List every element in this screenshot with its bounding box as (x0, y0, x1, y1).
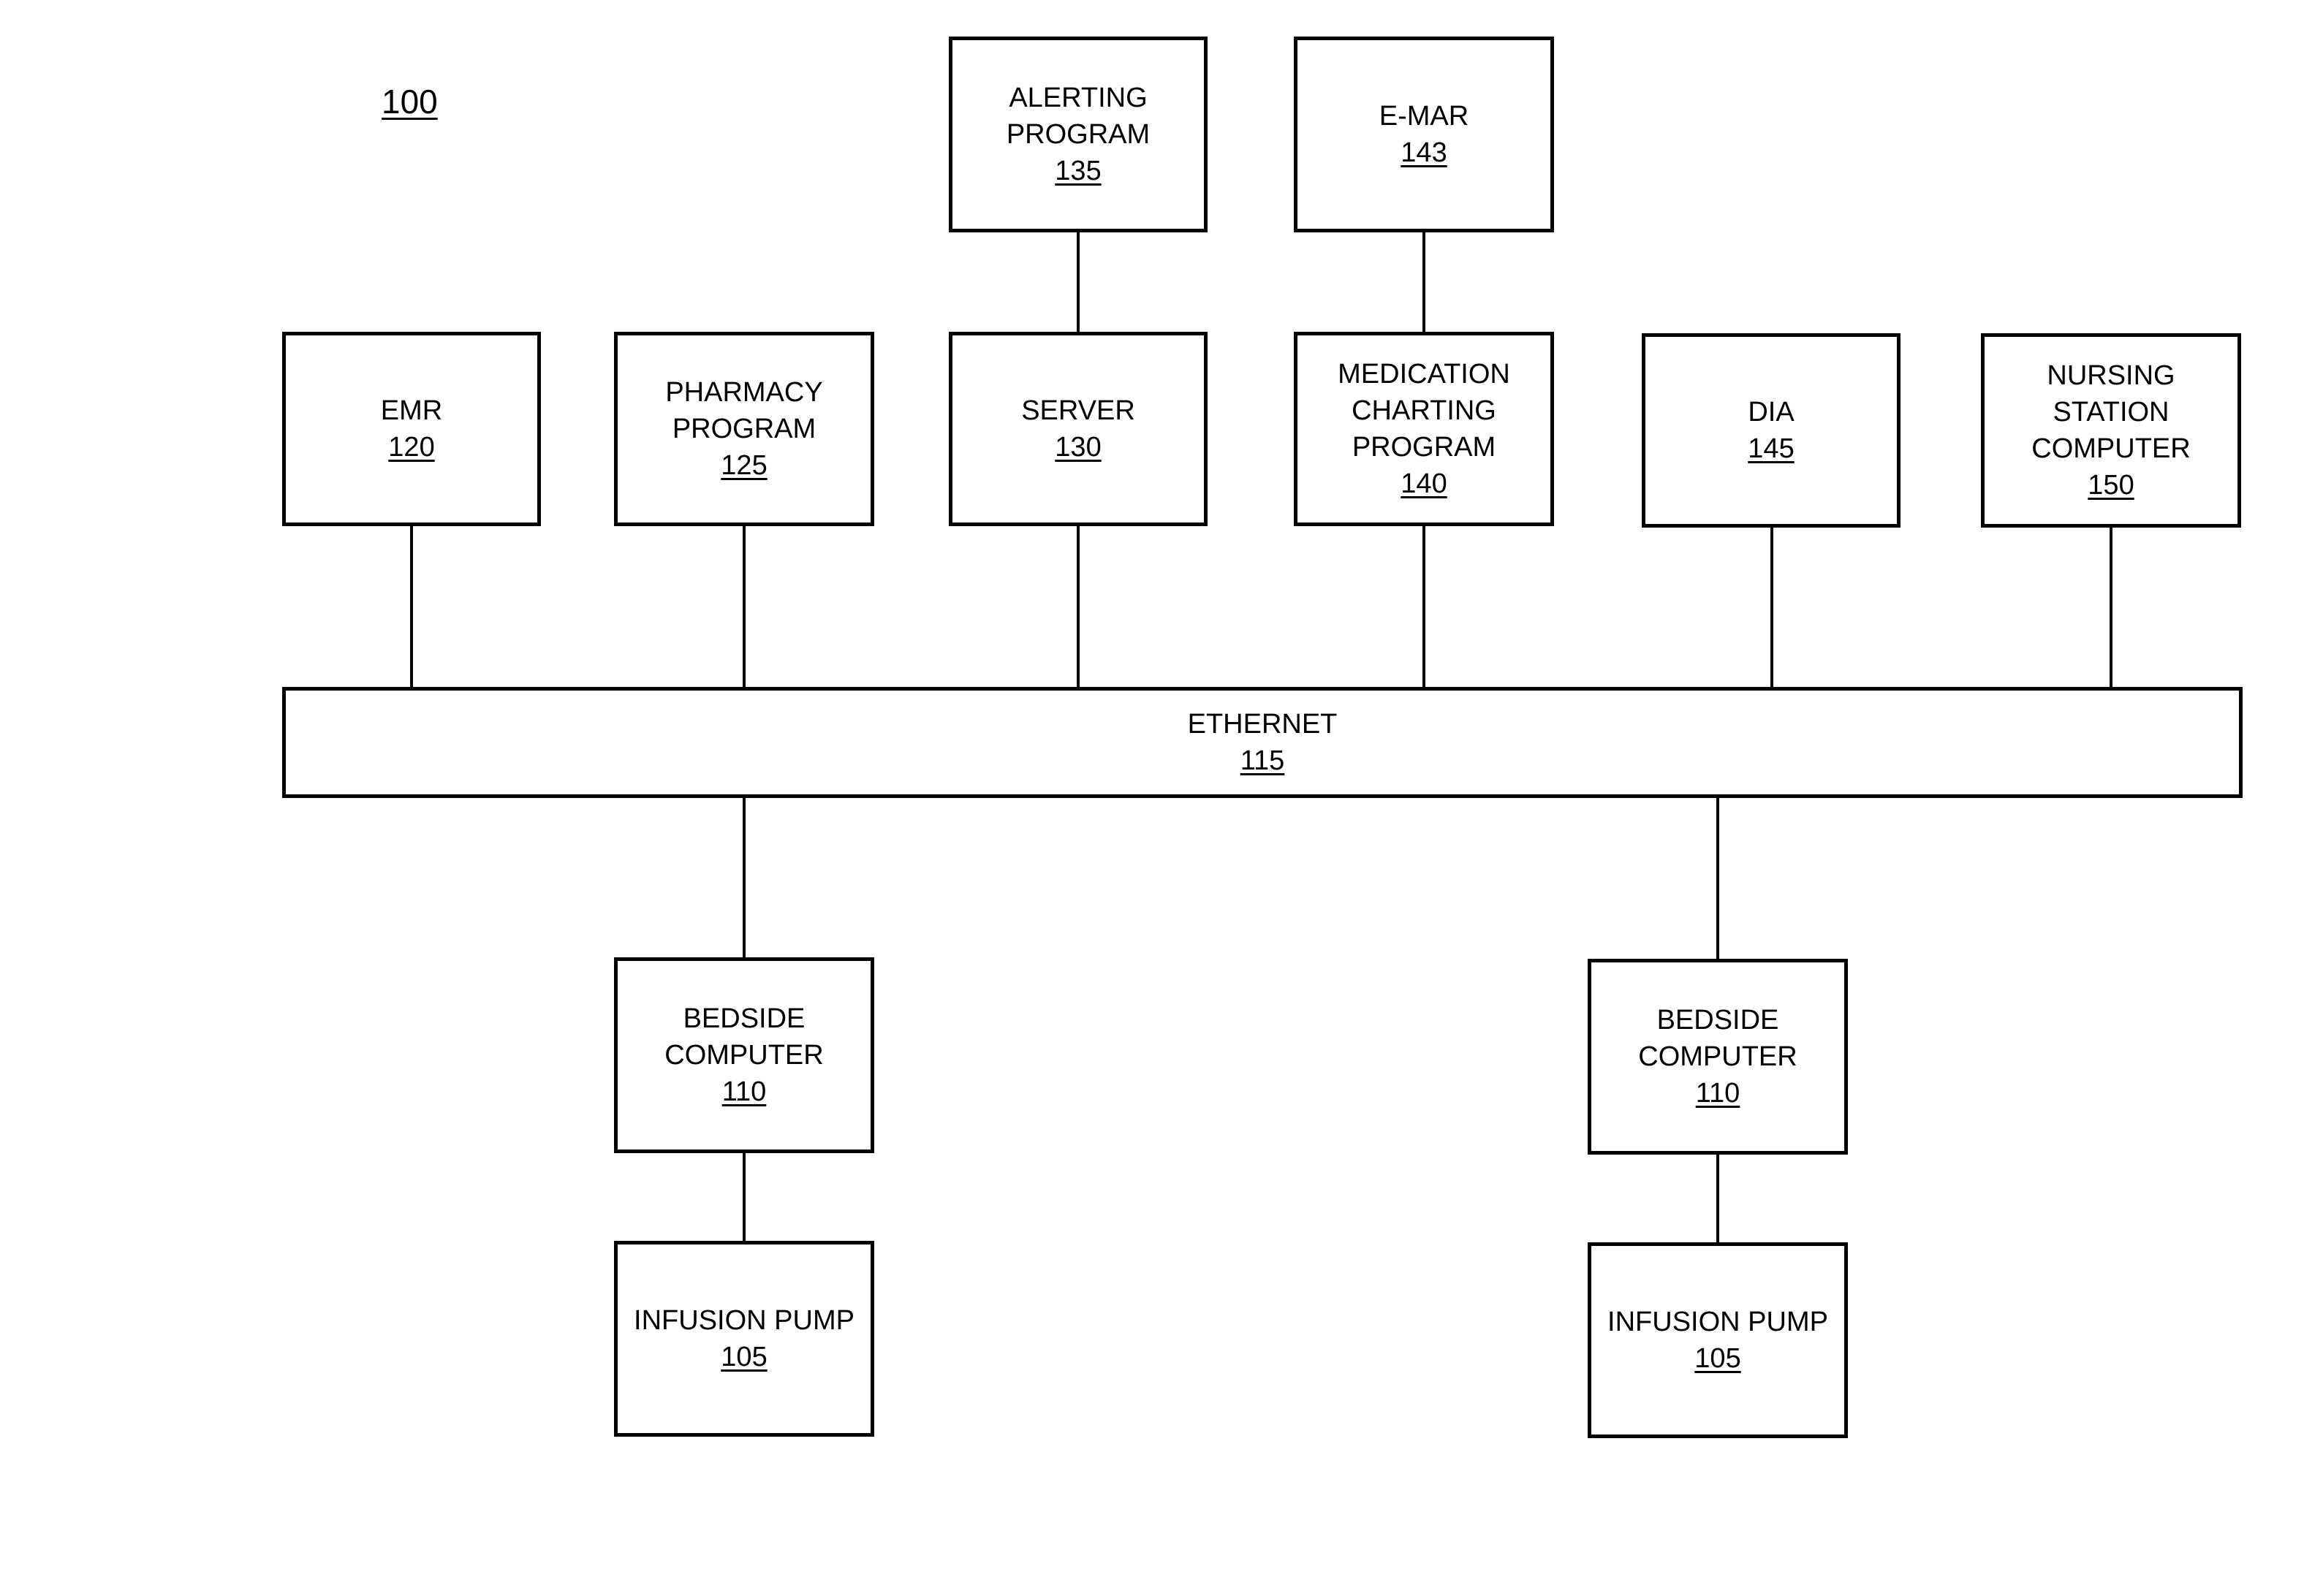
connector-bedside-pump-left (743, 1152, 746, 1242)
infusion-pump-left-box: INFUSION PUMP 105 (614, 1241, 874, 1437)
emr-box: EMR 120 (282, 332, 541, 526)
e-mar-box: E-MAR 143 (1294, 37, 1554, 232)
bedside-computer-right-box: BEDSIDE COMPUTER 110 (1588, 959, 1848, 1155)
node-name: SERVER (1021, 395, 1135, 426)
connector-ethernet-bedside-right (1716, 797, 1719, 960)
dia-box: DIA 145 (1642, 333, 1901, 528)
node-name: INFUSION PUMP (634, 1305, 854, 1336)
node-ref: 150 (2088, 470, 2134, 501)
connector-emr-ethernet (410, 525, 413, 688)
nursing-station-computer-box: NURSING STATION COMPUTER 150 (1981, 333, 2241, 528)
connector-medication-ethernet (1422, 525, 1425, 688)
node-name: EMR (380, 395, 443, 426)
node-name: DIA (1748, 397, 1795, 428)
connector-ethernet-bedside-left (743, 795, 746, 959)
connector-dia-ethernet (1770, 526, 1773, 688)
medication-charting-program-box: MEDICATION CHARTING PROGRAM 140 (1294, 332, 1554, 526)
server-box: SERVER 130 (949, 332, 1208, 526)
node-ref: 130 (1055, 432, 1102, 463)
pharmacy-program-box: PHARMACY PROGRAM 125 (614, 332, 874, 526)
node-name: E-MAR (1379, 101, 1469, 132)
connector-pharmacy-ethernet (743, 525, 746, 688)
node-ref: 143 (1401, 137, 1447, 168)
node-name: NURSING STATION COMPUTER (2031, 360, 2191, 464)
figure-label: 100 (382, 83, 438, 121)
node-name: INFUSION PUMP (1607, 1307, 1828, 1337)
node-ref: 125 (721, 450, 768, 481)
bedside-computer-left-box: BEDSIDE COMPUTER 110 (614, 957, 874, 1153)
infusion-pump-right-box: INFUSION PUMP 105 (1588, 1242, 1848, 1438)
node-name: BEDSIDE COMPUTER (1638, 1005, 1797, 1072)
node-name: PHARMACY PROGRAM (665, 377, 823, 444)
node-ref: 110 (1695, 1078, 1740, 1109)
node-ref: 140 (1401, 468, 1447, 499)
node-ref: 120 (388, 432, 435, 463)
node-name: ALERTING PROGRAM (1006, 83, 1151, 150)
node-ref: 145 (1748, 433, 1795, 464)
alerting-program-box: ALERTING PROGRAM 135 (949, 37, 1208, 232)
node-name: ETHERNET (1187, 709, 1338, 740)
connector-emar-medication (1422, 231, 1425, 333)
node-name: BEDSIDE COMPUTER (664, 1003, 824, 1071)
connector-alerting-server (1077, 231, 1080, 333)
connector-bedside-pump-right (1716, 1153, 1719, 1244)
node-ref: 105 (1694, 1343, 1741, 1374)
node-ref: 115 (1240, 745, 1285, 776)
connector-nursing-ethernet (2110, 526, 2112, 688)
connector-server-ethernet (1077, 525, 1080, 688)
node-name: MEDICATION CHARTING PROGRAM (1338, 359, 1510, 463)
node-ref: 135 (1055, 156, 1102, 186)
node-ref: 105 (721, 1342, 768, 1372)
ethernet-bus: ETHERNET 115 (282, 687, 2243, 798)
node-ref: 110 (721, 1076, 767, 1107)
